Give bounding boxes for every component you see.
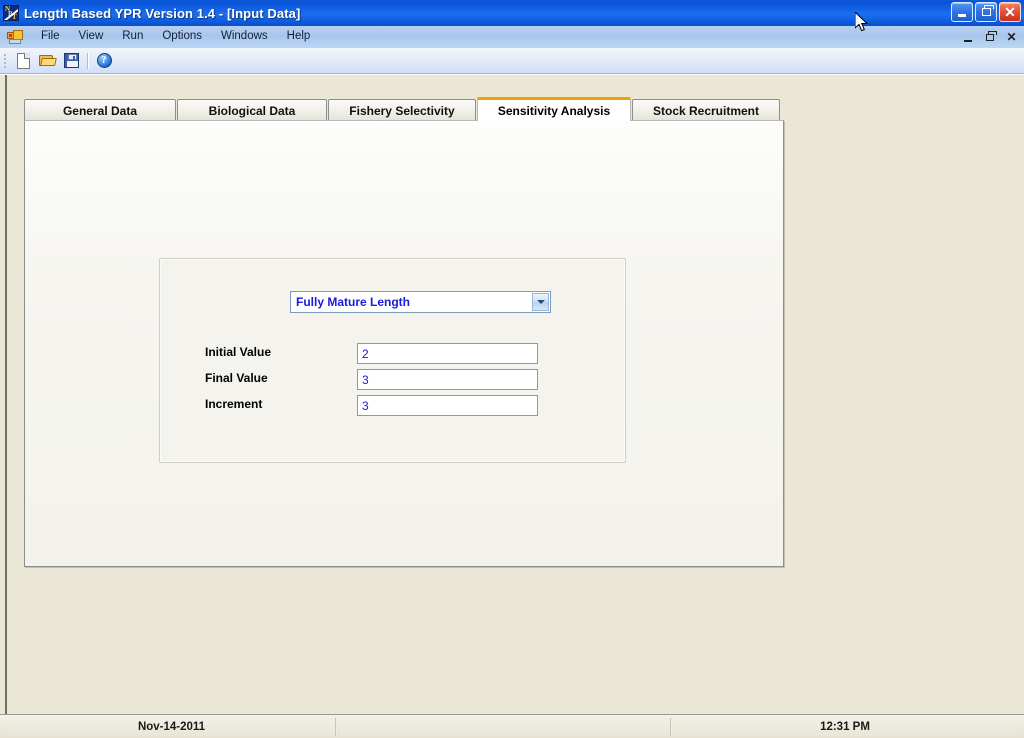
status-date-panel: Nov-14-2011 bbox=[8, 717, 335, 737]
increment-label: Increment bbox=[205, 397, 263, 411]
parameter-select-value: Fully Mature Length bbox=[296, 295, 410, 309]
initial-value-row: Initial Value 2 bbox=[160, 343, 625, 365]
tab-stock-recruitment[interactable]: Stock Recruitment bbox=[632, 99, 780, 121]
status-bar: Nov-14-2011 12:31 PM bbox=[0, 714, 1024, 738]
initial-value-input[interactable]: 2 bbox=[357, 343, 538, 364]
panel-surface: Fully Mature Length Initial Value 2 Fina… bbox=[25, 121, 783, 566]
increment-text: 3 bbox=[362, 398, 369, 413]
child-restore-button[interactable] bbox=[983, 30, 997, 44]
sensitivity-parameter-group: Fully Mature Length Initial Value 2 Fina… bbox=[159, 258, 626, 463]
menu-item-run[interactable]: Run bbox=[113, 28, 152, 46]
tab-strip: General Data Biological Data Fishery Sel… bbox=[24, 97, 784, 121]
tab-biological-data[interactable]: Biological Data bbox=[177, 99, 327, 121]
mdi-system-menu-icon[interactable] bbox=[7, 29, 23, 45]
application-window: NPT Length Based YPR Version 1.4 - [Inpu… bbox=[0, 0, 1024, 738]
final-value-input[interactable]: 3 bbox=[357, 369, 538, 390]
child-close-button[interactable]: ✕ bbox=[1005, 30, 1018, 44]
initial-value-text: 2 bbox=[362, 346, 369, 361]
final-value-label: Final Value bbox=[205, 371, 268, 385]
open-folder-icon[interactable] bbox=[36, 50, 58, 72]
sensitivity-analysis-panel: Fully Mature Length Initial Value 2 Fina… bbox=[24, 120, 784, 567]
increment-row: Increment 3 bbox=[160, 395, 625, 417]
final-value-row: Final Value 3 bbox=[160, 369, 625, 391]
increment-input[interactable]: 3 bbox=[357, 395, 538, 416]
window-controls: ✕ bbox=[951, 2, 1021, 22]
new-document-icon[interactable] bbox=[12, 50, 34, 72]
menu-item-options[interactable]: Options bbox=[153, 28, 211, 46]
child-window-controls: ✕ bbox=[961, 27, 1018, 47]
initial-value-label: Initial Value bbox=[205, 345, 272, 359]
question-mark-help-icon[interactable]: ? bbox=[93, 50, 115, 72]
status-divider-2 bbox=[670, 718, 672, 736]
menu-item-windows[interactable]: Windows bbox=[212, 28, 277, 46]
title-bar: NPT Length Based YPR Version 1.4 - [Inpu… bbox=[0, 0, 1024, 26]
npt-logo-icon: NPT bbox=[3, 5, 19, 21]
window-title: Length Based YPR Version 1.4 - [Input Da… bbox=[24, 5, 301, 21]
restore-button[interactable] bbox=[975, 2, 997, 22]
minimize-button[interactable] bbox=[951, 2, 973, 22]
chevron-down-icon[interactable] bbox=[532, 293, 549, 311]
toolbar-separator bbox=[87, 52, 88, 69]
status-message-panel bbox=[339, 717, 670, 737]
final-value-text: 3 bbox=[362, 372, 369, 387]
status-divider-1 bbox=[335, 718, 337, 736]
input-data-child-window: General Data Biological Data Fishery Sel… bbox=[5, 75, 1024, 714]
toolbar: ? bbox=[0, 48, 1024, 74]
menu-item-file[interactable]: File bbox=[32, 28, 69, 46]
toolbar-grip[interactable] bbox=[3, 52, 7, 69]
child-minimize-button[interactable] bbox=[961, 30, 974, 44]
tab-fishery-selectivity[interactable]: Fishery Selectivity bbox=[328, 99, 476, 121]
menu-item-view[interactable]: View bbox=[70, 28, 113, 46]
tab-general-data[interactable]: General Data bbox=[24, 99, 176, 121]
menu-bar: File View Run Options Windows Help ✕ bbox=[0, 26, 1024, 48]
parameter-select[interactable]: Fully Mature Length bbox=[290, 291, 551, 313]
menu-item-help[interactable]: Help bbox=[278, 28, 320, 46]
close-button[interactable]: ✕ bbox=[999, 2, 1021, 22]
tab-sensitivity-analysis[interactable]: Sensitivity Analysis bbox=[477, 97, 631, 121]
help-glyph: ? bbox=[96, 53, 112, 68]
status-time-panel: 12:31 PM bbox=[674, 717, 1016, 737]
floppy-disk-save-icon[interactable] bbox=[60, 50, 82, 72]
mdi-client-area: General Data Biological Data Fishery Sel… bbox=[0, 75, 1024, 714]
